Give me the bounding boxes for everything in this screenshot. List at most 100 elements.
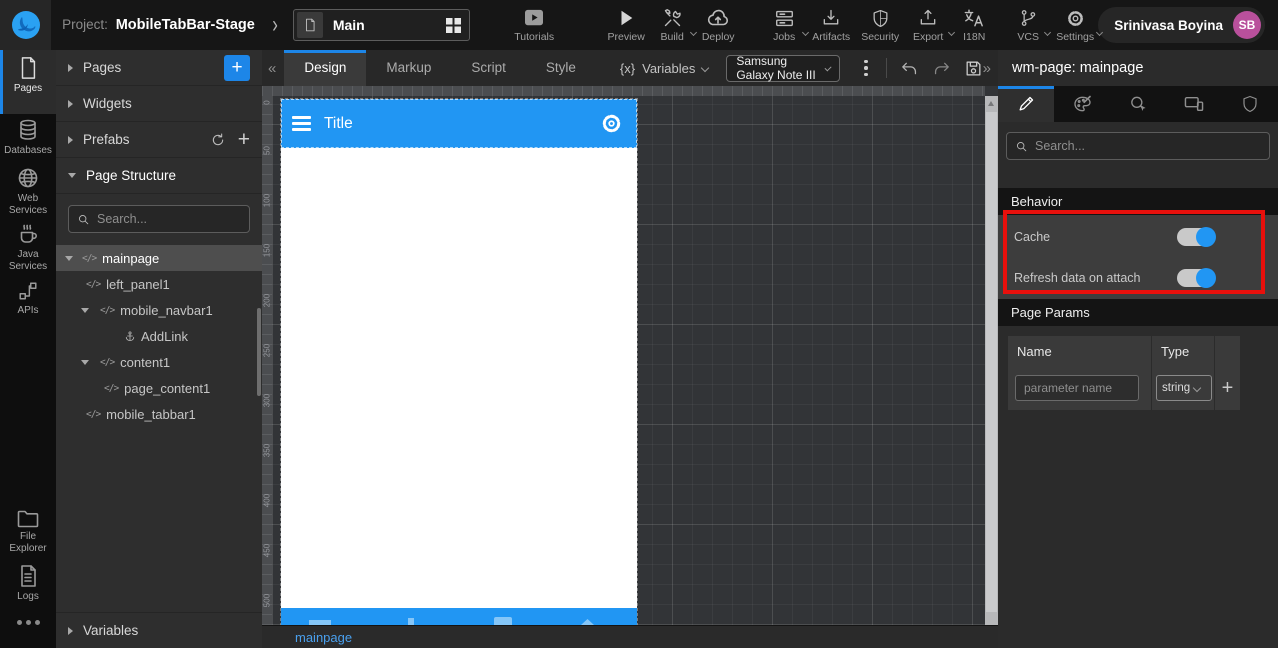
artifacts-button[interactable]: Artifacts: [808, 0, 854, 50]
tree-label: page_content1: [124, 380, 211, 396]
properties-search-input[interactable]: Search...: [1006, 132, 1270, 160]
build-label: Build: [660, 31, 684, 43]
tab-events[interactable]: [1110, 86, 1166, 122]
expand-right-panel-icon[interactable]: »: [983, 60, 991, 77]
canvas-scrollbar[interactable]: [985, 96, 998, 625]
jobs-label: Jobs: [773, 31, 796, 43]
add-param-button[interactable]: +: [1215, 366, 1240, 410]
tree-search-wrap: Search...: [56, 194, 262, 243]
deploy-label: Deploy: [701, 31, 735, 43]
section-page-structure-label: Page Structure: [86, 168, 177, 183]
tree-item-page-content1[interactable]: </> page_content1: [56, 375, 262, 401]
section-page-structure[interactable]: Page Structure: [56, 158, 262, 194]
grid-view-icon[interactable]: [446, 17, 462, 33]
chevron-down-icon: [701, 63, 710, 73]
jobs-button[interactable]: Jobs: [764, 0, 810, 50]
tab-style[interactable]: Style: [526, 50, 596, 86]
security-label: Security: [861, 31, 900, 43]
rail-more-button[interactable]: [0, 620, 56, 625]
device-select[interactable]: Samsung Galaxy Note III: [726, 54, 841, 82]
tree-item-mainpage[interactable]: </> mainpage: [56, 245, 262, 271]
topbar: Project: MobileTabBar-Stage › Main Tutor…: [0, 0, 1278, 50]
more-options-kebab-icon[interactable]: [860, 56, 872, 81]
tab-styles[interactable]: [1054, 86, 1110, 122]
rail-item-databases[interactable]: Databases: [0, 112, 56, 160]
scroll-up-arrow-icon[interactable]: [988, 101, 994, 106]
rail-item-java-services[interactable]: Java Services: [0, 216, 56, 272]
preview-button[interactable]: Preview: [604, 0, 648, 50]
param-type-select[interactable]: string: [1156, 375, 1212, 401]
tree-label: left_panel1: [106, 276, 170, 292]
preview-icon: [617, 7, 635, 29]
mobile-page-content[interactable]: [281, 148, 637, 608]
project-name: MobileTabBar-Stage: [115, 17, 255, 33]
undo-button[interactable]: [900, 60, 919, 77]
security-button[interactable]: Security: [856, 0, 904, 50]
section-variables-label: Variables: [83, 623, 139, 638]
tree-item-addlink[interactable]: AddLink: [56, 323, 262, 349]
section-variables[interactable]: Variables: [56, 612, 262, 648]
wavemaker-logo-icon[interactable]: [0, 0, 52, 50]
section-widgets[interactable]: Widgets: [56, 86, 262, 122]
rail-web-services-label: Web Services: [8, 193, 48, 216]
name-column-header: Name: [1008, 336, 1152, 366]
export-button[interactable]: Export: [906, 0, 956, 50]
add-page-button[interactable]: +: [224, 54, 250, 81]
redo-button[interactable]: [932, 60, 951, 77]
i18n-button[interactable]: I18N: [954, 0, 994, 50]
tree-item-mobile-navbar1[interactable]: </> mobile_navbar1: [56, 297, 262, 323]
settings-gear-icon: [1065, 7, 1086, 29]
tab-properties[interactable]: [998, 86, 1054, 122]
behavior-section-header[interactable]: Behavior: [998, 188, 1278, 215]
rail-item-apis[interactable]: APIs: [0, 274, 56, 322]
deploy-button[interactable]: Deploy: [694, 0, 742, 50]
export-icon: [918, 7, 938, 29]
design-canvas[interactable]: 0 50 100 150 200 250 300 350 400 450 500…: [262, 86, 998, 625]
variables-dropdown[interactable]: {x} Variables: [620, 61, 710, 76]
rail-item-web-services[interactable]: Web Services: [0, 160, 56, 216]
phone-preview[interactable]: Title: [280, 98, 638, 625]
page-params-section-header[interactable]: Page Params: [998, 299, 1278, 326]
rail-item-logs[interactable]: Logs: [0, 558, 56, 606]
refresh-data-toggle[interactable]: [1177, 267, 1216, 288]
scrollbar-thumb[interactable]: [986, 112, 997, 612]
tab-security[interactable]: [1222, 86, 1278, 122]
save-button[interactable]: [964, 59, 983, 78]
tree-item-mobile-tabbar1[interactable]: </> mobile_tabbar1: [56, 401, 262, 427]
device-select-value: Samsung Galaxy Note III: [736, 54, 816, 82]
user-menu[interactable]: Srinivasa Boyina SB: [1098, 7, 1265, 43]
tab-design[interactable]: Design: [284, 50, 367, 86]
vcs-button[interactable]: VCS: [1010, 0, 1052, 50]
left-panel-scrollbar[interactable]: [257, 308, 261, 396]
page-selector[interactable]: Main: [292, 9, 471, 41]
collapse-left-panel-icon[interactable]: «: [268, 60, 276, 77]
vcs-label: VCS: [1017, 31, 1039, 43]
mobile-tabbar[interactable]: [281, 608, 637, 625]
collapse-arrow-icon: [68, 626, 73, 635]
rail-item-pages[interactable]: Pages: [0, 50, 56, 114]
add-prefab-button[interactable]: +: [238, 129, 250, 150]
collapse-arrow-icon: [68, 135, 73, 144]
palette-icon: [1073, 95, 1091, 112]
ruler-vertical: 0 50 100 150 200 250 300 350 400 450 500: [262, 96, 272, 625]
build-button[interactable]: Build: [652, 0, 698, 50]
tree-item-left-panel1[interactable]: </> left_panel1: [56, 271, 262, 297]
section-pages[interactable]: Pages +: [56, 50, 262, 86]
tree-item-content1[interactable]: </> content1: [56, 349, 262, 375]
rail-java-services-label: Java Services: [8, 249, 48, 272]
tab-script[interactable]: Script: [451, 50, 526, 86]
hamburger-menu-icon[interactable]: [292, 116, 311, 131]
refresh-icon[interactable]: [210, 132, 226, 148]
tab-devices[interactable]: [1166, 86, 1222, 122]
cache-toggle[interactable]: [1177, 226, 1216, 247]
section-prefabs[interactable]: Prefabs +: [56, 122, 262, 158]
tab-markup[interactable]: Markup: [366, 50, 451, 86]
mobile-settings-gear-icon[interactable]: [600, 112, 623, 135]
rail-item-file-explorer[interactable]: File Explorer: [0, 502, 56, 558]
param-name-input[interactable]: [1015, 375, 1139, 401]
tree-search-input[interactable]: Search...: [68, 205, 250, 233]
tutorials-button[interactable]: Tutorials: [508, 0, 560, 50]
mobile-navbar[interactable]: Title: [281, 99, 637, 148]
file-tab-mainpage[interactable]: mainpage: [295, 630, 352, 645]
settings-button[interactable]: Settings: [1052, 0, 1104, 50]
